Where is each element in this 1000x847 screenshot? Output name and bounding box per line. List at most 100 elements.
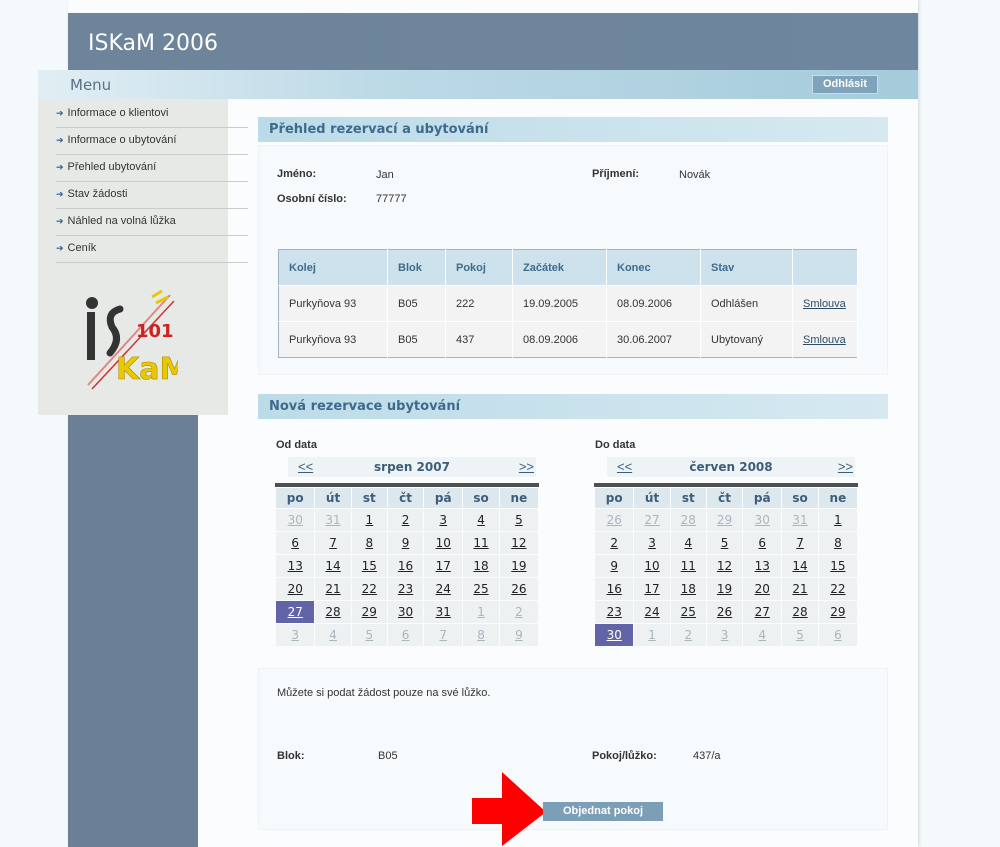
calendar-day[interactable]: 22 bbox=[351, 578, 387, 600]
calendar-day[interactable]: 27 bbox=[743, 601, 782, 623]
calendar-day-other-month[interactable]: 1 bbox=[463, 601, 499, 623]
calendar-day[interactable]: 23 bbox=[387, 578, 424, 600]
contract-link[interactable]: Smlouva bbox=[803, 334, 846, 346]
calendar-day[interactable]: 21 bbox=[782, 578, 818, 600]
calendar-day[interactable]: 28 bbox=[315, 601, 351, 623]
calendar-day-other-month[interactable]: 1 bbox=[634, 624, 670, 646]
calendar-day-other-month[interactable]: 4 bbox=[315, 624, 351, 646]
sidebar-item-accommodation-info[interactable]: ➔ Informace o ubytování bbox=[56, 128, 248, 155]
calendar-day[interactable]: 14 bbox=[782, 555, 818, 577]
sidebar-item-accommodation-overview[interactable]: ➔ Přehled ubytování bbox=[56, 155, 248, 182]
sidebar-item-pricelist[interactable]: ➔ Ceník bbox=[56, 236, 248, 263]
calendar-day-other-month[interactable]: 9 bbox=[499, 624, 538, 646]
calendar-day-other-month[interactable]: 31 bbox=[315, 509, 351, 531]
calendar-day[interactable]: 29 bbox=[818, 601, 857, 623]
calendar-day[interactable]: 20 bbox=[743, 578, 782, 600]
calendar-day[interactable]: 26 bbox=[499, 578, 538, 600]
calendar-day[interactable]: 19 bbox=[499, 555, 538, 577]
calendar-day-selected[interactable]: 27 bbox=[276, 601, 315, 623]
order-room-button[interactable]: Objednat pokoj bbox=[543, 802, 663, 821]
calendar-day[interactable]: 6 bbox=[276, 532, 315, 554]
calendar-day-other-month[interactable]: 28 bbox=[670, 509, 706, 531]
calendar-day-other-month[interactable]: 31 bbox=[782, 509, 818, 531]
calendar-day-other-month[interactable]: 8 bbox=[463, 624, 499, 646]
calendar-day[interactable]: 1 bbox=[351, 509, 387, 531]
calendar-day[interactable]: 6 bbox=[743, 532, 782, 554]
calendar-day[interactable]: 30 bbox=[387, 601, 424, 623]
logout-button[interactable]: Odhlásit bbox=[812, 75, 878, 94]
calendar-day[interactable]: 15 bbox=[351, 555, 387, 577]
calendar-day[interactable]: 10 bbox=[634, 555, 670, 577]
calendar-day[interactable]: 11 bbox=[463, 532, 499, 554]
calendar-day[interactable]: 8 bbox=[351, 532, 387, 554]
calendar-day[interactable]: 22 bbox=[818, 578, 857, 600]
calendar-day[interactable]: 9 bbox=[595, 555, 634, 577]
calendar-day-other-month[interactable]: 5 bbox=[351, 624, 387, 646]
calendar-day[interactable]: 14 bbox=[315, 555, 351, 577]
calendar-day[interactable]: 31 bbox=[424, 601, 463, 623]
calendar-day[interactable]: 1 bbox=[818, 509, 857, 531]
calendar-day[interactable]: 2 bbox=[595, 532, 634, 554]
calendar-day[interactable]: 4 bbox=[463, 509, 499, 531]
calendar-day[interactable]: 3 bbox=[424, 509, 463, 531]
calendar-day[interactable]: 10 bbox=[424, 532, 463, 554]
calendar-day-selected[interactable]: 30 bbox=[595, 624, 634, 646]
calendar-day[interactable]: 16 bbox=[387, 555, 424, 577]
calendar-day[interactable]: 25 bbox=[670, 601, 706, 623]
calendar-day-other-month[interactable]: 5 bbox=[782, 624, 818, 646]
sidebar-item-free-beds[interactable]: ➔ Náhled na volná lůžka bbox=[56, 209, 248, 236]
calendar-day[interactable]: 5 bbox=[706, 532, 743, 554]
sidebar-item-request-status[interactable]: ➔ Stav žádosti bbox=[56, 182, 248, 209]
contract-link[interactable]: Smlouva bbox=[803, 298, 846, 310]
calendar-day[interactable]: 23 bbox=[595, 601, 634, 623]
block-value: B05 bbox=[378, 750, 398, 762]
calendar-day[interactable]: 9 bbox=[387, 532, 424, 554]
calendar-day[interactable]: 11 bbox=[670, 555, 706, 577]
calendar-day[interactable]: 13 bbox=[276, 555, 315, 577]
calendar-day[interactable]: 28 bbox=[782, 601, 818, 623]
calendar-day[interactable]: 15 bbox=[818, 555, 857, 577]
calendar-day[interactable]: 25 bbox=[463, 578, 499, 600]
calendar-day[interactable]: 3 bbox=[634, 532, 670, 554]
calendar-day-other-month[interactable]: 30 bbox=[276, 509, 315, 531]
calendar-day[interactable]: 17 bbox=[634, 578, 670, 600]
calendar-day[interactable]: 26 bbox=[706, 601, 743, 623]
calendar-day[interactable]: 21 bbox=[315, 578, 351, 600]
calendar-day-other-month[interactable]: 6 bbox=[387, 624, 424, 646]
calendar-day-other-month[interactable]: 2 bbox=[670, 624, 706, 646]
calendar-day[interactable]: 24 bbox=[424, 578, 463, 600]
calendar-day-other-month[interactable]: 7 bbox=[424, 624, 463, 646]
sidebar-item-client-info[interactable]: ➔ Informace o klientovi bbox=[56, 101, 248, 128]
calendar-day-other-month[interactable]: 26 bbox=[595, 509, 634, 531]
calendar-day[interactable]: 12 bbox=[499, 532, 538, 554]
calendar-day[interactable]: 17 bbox=[424, 555, 463, 577]
cell-link: Smlouva bbox=[792, 321, 858, 358]
calendar-day[interactable]: 20 bbox=[276, 578, 315, 600]
calendar-day[interactable]: 24 bbox=[634, 601, 670, 623]
calendar-day[interactable]: 12 bbox=[706, 555, 743, 577]
calendar-day[interactable]: 5 bbox=[499, 509, 538, 531]
calendar-day[interactable]: 19 bbox=[706, 578, 743, 600]
calendar-day[interactable]: 13 bbox=[743, 555, 782, 577]
calendar-week: 6 7 8 9 10 11 12 bbox=[276, 532, 538, 554]
calendar-day-other-month[interactable]: 30 bbox=[743, 509, 782, 531]
calendar-day[interactable]: 29 bbox=[351, 601, 387, 623]
calendar-day-other-month[interactable]: 2 bbox=[499, 601, 538, 623]
calendar-day[interactable]: 4 bbox=[670, 532, 706, 554]
calendar-day[interactable]: 7 bbox=[315, 532, 351, 554]
calendar-day[interactable]: 8 bbox=[818, 532, 857, 554]
calendar-day[interactable]: 18 bbox=[670, 578, 706, 600]
calendar-day-other-month[interactable]: 3 bbox=[706, 624, 743, 646]
calendar-day-other-month[interactable]: 6 bbox=[818, 624, 857, 646]
next-month-link[interactable]: >> bbox=[519, 459, 534, 474]
calendar-day[interactable]: 18 bbox=[463, 555, 499, 577]
calendar-day[interactable]: 7 bbox=[782, 532, 818, 554]
next-month-link[interactable]: >> bbox=[838, 459, 853, 474]
calendar-day[interactable]: 2 bbox=[387, 509, 424, 531]
first-name-label: Jméno: bbox=[277, 168, 317, 180]
calendar-day-other-month[interactable]: 3 bbox=[276, 624, 315, 646]
calendar-day[interactable]: 16 bbox=[595, 578, 634, 600]
calendar-day-other-month[interactable]: 29 bbox=[706, 509, 743, 531]
calendar-day-other-month[interactable]: 27 bbox=[634, 509, 670, 531]
calendar-day-other-month[interactable]: 4 bbox=[743, 624, 782, 646]
